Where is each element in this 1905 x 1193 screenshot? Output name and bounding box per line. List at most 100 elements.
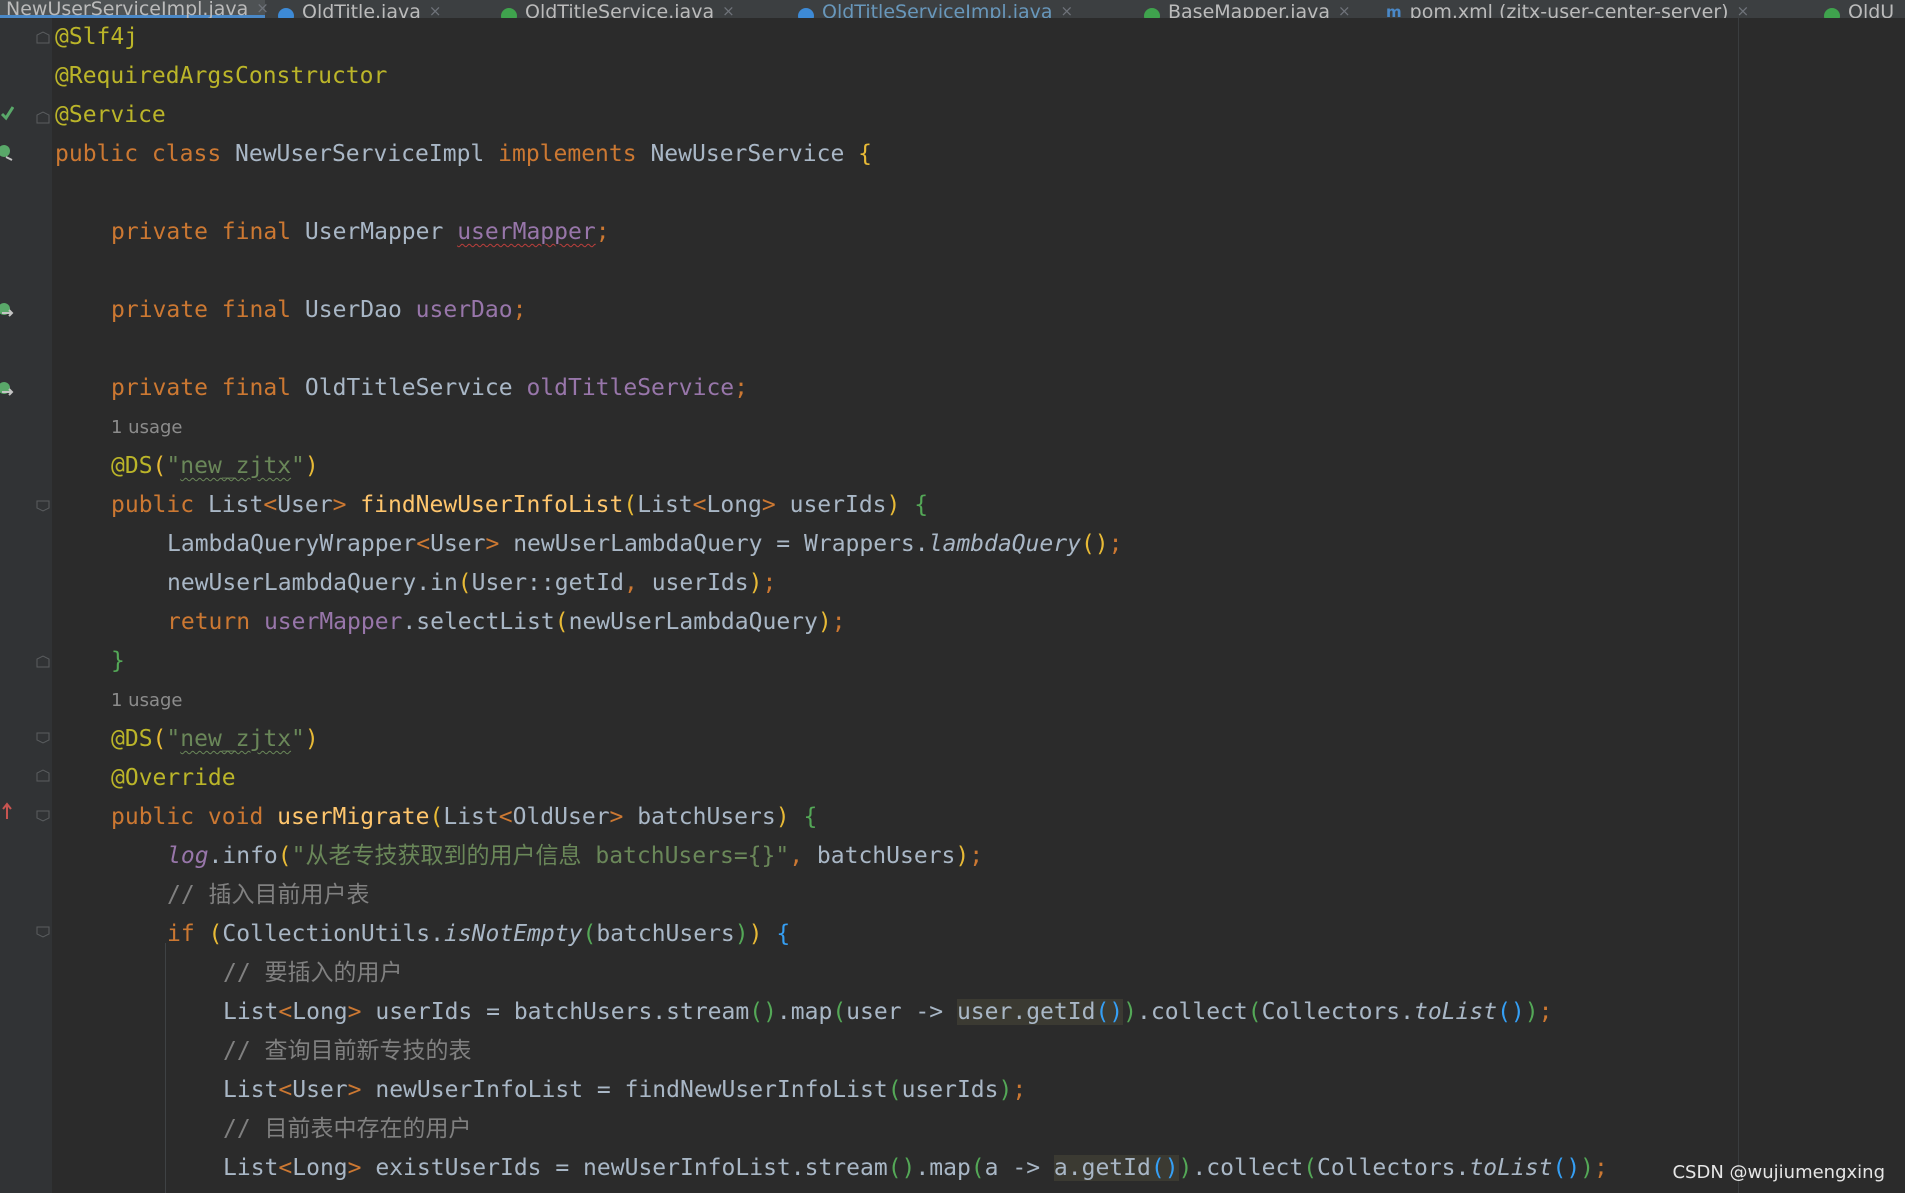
type-name: List [207,492,264,518]
navigate-bean-icon[interactable] [0,301,14,319]
close-icon[interactable]: × [256,0,269,17]
keyword: private final [111,375,305,401]
code-comment: // 插入目前用户表 [167,882,370,908]
code-line-6: private final UserMapper userMapper; [111,213,610,252]
code-line-17: } [111,642,125,681]
method-call: .collect [1192,1155,1304,1181]
code-comment: // 目前表中存在的用户 [223,1116,472,1142]
semicolon: ; [969,843,984,869]
code-line-4: public class NewUserServiceImpl implemen… [55,135,872,174]
spring-bean-icon[interactable] [0,104,14,122]
override-arrow-icon[interactable] [0,802,14,820]
type-name: UserDao [304,297,416,323]
tab-oldtitleserviceimpl[interactable]: OldTitleServiceImpl.java × [792,0,1079,18]
tab-pom-xml[interactable]: m pom.xml (zjtx-user-center-server) × [1380,0,1755,18]
highlighted-expression: user.getId [956,999,1096,1025]
string: new_zjtx [180,453,292,479]
usage-hint[interactable]: 1 usage [111,681,183,720]
keyword: public void [111,804,278,830]
usage-hint[interactable]: 1 usage [111,408,183,447]
angle: > [332,492,361,518]
string: new_zjtx [180,726,292,752]
tab-oldtitleservice[interactable]: OldTitleService.java × [495,0,741,18]
brace: { [858,141,873,167]
type-name: User [430,531,486,557]
interface-icon [501,8,517,18]
type-name: User [292,1077,348,1103]
param-name: batchUsers [637,804,776,830]
paren: ) [1178,1155,1193,1181]
param-name: batchUsers [816,843,956,869]
close-icon[interactable]: × [1737,2,1750,18]
string: " [166,453,181,479]
field-name: userMapper [457,219,596,245]
code-editor[interactable]: @Slf4j @RequiredArgsConstructor @Service… [55,18,1845,1193]
type-name: LambdaQueryWrapper [167,531,417,557]
keyword: private final [111,219,305,245]
fold-icon[interactable] [35,498,51,512]
param-name: userIds [901,1077,999,1103]
close-icon[interactable]: × [722,2,735,18]
paren: ( [429,804,444,830]
keyword: private final [111,297,305,323]
fold-icon[interactable] [35,110,51,124]
class-name: Collectors. [1317,1155,1470,1181]
semicolon: ; [1538,999,1553,1025]
semicolon: ; [595,219,610,245]
close-icon[interactable]: × [1338,2,1351,18]
angle: > [485,531,514,557]
fold-icon[interactable] [35,808,51,822]
implementation-icon[interactable] [0,143,14,161]
class-name: Collectors. [1261,999,1414,1025]
interface-icon [1144,8,1160,18]
lambda-param: a -> [984,1155,1054,1181]
static-method: lambdaQuery [928,531,1081,557]
annotation: @RequiredArgsConstructor [55,63,388,89]
method-ref: User::getId [471,570,624,596]
fold-icon[interactable] [35,924,51,938]
tab-label: OldTitleService.java [525,1,715,18]
paren: ( [152,726,167,752]
type-name: List [443,804,499,830]
fold-icon[interactable] [35,30,51,44]
param-name: userIds [789,492,887,518]
paren: ) [775,804,804,830]
keyword: public [111,492,208,518]
paren: ( [623,492,638,518]
paren: ) [1524,999,1539,1025]
param-name: userIds [651,570,749,596]
expression: newUserInfoList = findNewUserInfoList [375,1077,888,1103]
fold-icon[interactable] [35,730,51,744]
navigate-bean-icon[interactable] [0,380,14,398]
paren: ) [1580,1155,1595,1181]
semicolon: ; [831,609,846,635]
tab-basemapper[interactable]: BaseMapper.java × [1138,0,1357,18]
code-line-22: log.info("从老专技获取到的用户信息 batchUsers={}", b… [167,837,983,876]
tab-newuserserviceimpl[interactable]: NewUserServiceImpl.java × [0,0,269,18]
fold-icon[interactable] [35,768,51,782]
paren: ( [1247,999,1262,1025]
method-call: .info [208,843,278,869]
code-line-26: List<Long> userIds = batchUsers.stream()… [223,993,1552,1032]
class-name: NewUserServiceImpl [235,141,499,167]
interface-icon [1824,8,1840,18]
paren: () [1552,1155,1581,1181]
tab-olduser[interactable]: OldU [1818,0,1900,18]
lambda-param: user -> [846,999,957,1025]
brace: { [762,921,791,947]
code-line-1: @Slf4j [55,18,138,57]
tab-label: OldTitleServiceImpl.java [822,1,1053,18]
angle: > [347,1155,376,1181]
close-icon[interactable]: × [1061,2,1074,18]
fold-icon[interactable] [35,654,51,668]
editor-tab-bar: NewUserServiceImpl.java × OldTitle.java … [0,0,1905,18]
close-icon[interactable]: × [429,2,442,18]
tab-oldtitle[interactable]: OldTitle.java × [272,0,447,18]
type-name: List [223,999,279,1025]
annotation: @DS [111,726,153,752]
code-line-8: private final UserDao userDao; [111,291,526,330]
paren: ) [998,1077,1013,1103]
angle: > [609,804,638,830]
string: "从老专技获取到的用户信息 batchUsers={}" [291,843,790,869]
class-icon [798,8,814,18]
